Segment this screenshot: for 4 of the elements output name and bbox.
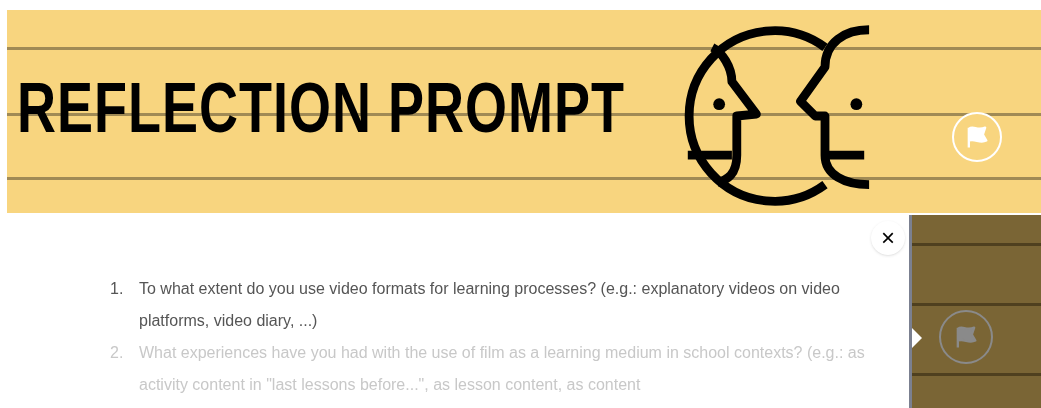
list-question: To what extent do you use video formats for learning processes? (e.g.: explanatory videos on video platforms, video diary, ...) [139,279,841,331]
banner-title: REFLECTION PROMPT [17,71,625,142]
close-button[interactable]: × [871,221,905,255]
list-number: 1. [110,279,125,299]
